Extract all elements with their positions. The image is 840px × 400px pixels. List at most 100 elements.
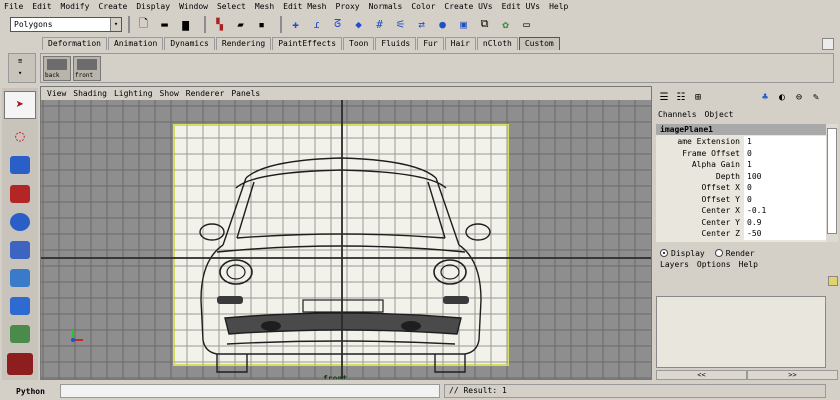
channel-value[interactable]: 1 — [744, 159, 826, 171]
panel-menu-show[interactable]: Show — [160, 89, 179, 98]
render-radio-label[interactable]: Render — [726, 249, 755, 258]
channel-box-toggle-icon[interactable]: ☰ — [657, 90, 671, 104]
menu-create-uvs[interactable]: Create UVs — [444, 2, 492, 11]
layer-list[interactable] — [656, 296, 826, 368]
channel-name[interactable]: Alpha Gain — [656, 159, 744, 171]
channel-name[interactable]: Frame Offset — [656, 148, 744, 160]
attribute-editor-toggle-icon[interactable]: ☷ — [674, 90, 688, 104]
shelf-menu[interactable]: ≡ ▾ — [8, 53, 36, 83]
channel-value[interactable]: 0 — [744, 147, 826, 159]
shelf-tab-rendering[interactable]: Rendering — [215, 37, 272, 50]
channel-name[interactable]: Center X — [656, 205, 744, 217]
shelf-editor-icon[interactable] — [822, 38, 834, 50]
shelf-tab-toon[interactable]: Toon — [343, 37, 375, 50]
channel-name[interactable]: Offset Y — [656, 194, 744, 206]
shelf-tab-ncloth[interactable]: nCloth — [476, 37, 518, 50]
scale-tool[interactable] — [4, 236, 36, 264]
menu-proxy[interactable]: Proxy — [336, 2, 360, 11]
shelf-button-back[interactable]: back — [43, 56, 71, 81]
shelf-tab-fluids[interactable]: Fluids — [375, 37, 417, 50]
panel-menu-panels[interactable]: Panels — [231, 89, 260, 98]
save-scene-icon[interactable]: ▆ — [177, 16, 194, 33]
shelf-tab-hair[interactable]: Hair — [444, 37, 476, 50]
render-radio[interactable] — [714, 249, 723, 257]
menu-set-dropdown[interactable]: Polygons ▾ — [10, 16, 122, 32]
paint-select-tool[interactable] — [4, 151, 36, 179]
channel-value[interactable]: 100 — [744, 170, 826, 182]
snap-point-icon[interactable]: ᘔ — [329, 16, 346, 33]
menu-display[interactable]: Display — [136, 2, 170, 11]
channel-name[interactable]: Depth — [656, 171, 744, 183]
new-scene-icon[interactable]: 🗋 — [135, 16, 152, 33]
last-tool[interactable] — [4, 320, 36, 348]
layer-menu-layers[interactable]: Layers — [660, 260, 689, 272]
history-icon[interactable]: ⚟ — [392, 16, 409, 33]
menu-create[interactable]: Create — [98, 2, 127, 11]
menu-select[interactable]: Select — [217, 2, 246, 11]
menu-mesh[interactable]: Mesh — [255, 2, 274, 11]
snap-plane-icon[interactable]: ◆ — [350, 16, 367, 33]
channel-value[interactable]: 1 — [744, 136, 826, 148]
select-component-icon[interactable]: ▪ — [253, 16, 270, 33]
channel-name[interactable]: Center Y — [656, 217, 744, 229]
shelf-tab-custom[interactable]: Custom — [518, 37, 560, 50]
hypershade-icon[interactable]: ✿ — [497, 16, 514, 33]
menu-edit-mesh[interactable]: Edit Mesh — [283, 2, 326, 11]
layer-menu-options[interactable]: Options — [697, 260, 731, 272]
menu-edit[interactable]: Edit — [32, 2, 51, 11]
menu-edit-uvs[interactable]: Edit UVs — [502, 2, 541, 11]
menu-object[interactable]: Object — [705, 110, 734, 122]
command-language-label[interactable]: Python — [16, 387, 60, 396]
shelf-menu-icon[interactable]: ≡ — [18, 57, 22, 65]
construction-history-icon[interactable]: ⇄ — [413, 16, 430, 33]
panel-menu-lighting[interactable]: Lighting — [114, 89, 153, 98]
paint-icon[interactable]: ✎ — [809, 90, 823, 104]
channel-value[interactable]: -50 — [744, 228, 826, 240]
menu-file[interactable]: File — [4, 2, 23, 11]
viewport-canvas[interactable] — [41, 100, 651, 379]
sphere-icon[interactable]: ◐ — [775, 90, 789, 104]
menu-window[interactable]: Window — [179, 2, 208, 11]
layout-icon[interactable]: ▭ — [518, 16, 535, 33]
select-tool[interactable]: ➤ — [4, 91, 36, 119]
menu-channels[interactable]: Channels — [658, 110, 697, 122]
rotate-tool[interactable] — [4, 208, 36, 236]
menu-color[interactable]: Color — [411, 2, 435, 11]
object-name[interactable]: imagePlane1 — [656, 124, 826, 135]
panel-menu-renderer[interactable]: Renderer — [186, 89, 225, 98]
scroll-left-button[interactable]: << — [656, 370, 747, 380]
shelf-tab-dynamics[interactable]: Dynamics — [164, 37, 215, 50]
panel-menu-view[interactable]: View — [47, 89, 66, 98]
front-viewport[interactable]: front — [41, 100, 651, 379]
channel-name[interactable]: Center Z — [656, 228, 744, 240]
ipr-render-icon[interactable]: ▣ — [455, 16, 472, 33]
shelf-button-front[interactable]: front — [73, 56, 101, 81]
shelf-tab-painteffects[interactable]: PaintEffects — [272, 37, 343, 50]
channel-name[interactable]: Offset X — [656, 182, 744, 194]
layer-menu-help[interactable]: Help — [739, 260, 758, 272]
shelf-options-icon[interactable]: ▾ — [18, 69, 22, 77]
channel-tools-icon[interactable]: ♣ — [758, 90, 772, 104]
shelf-tab-fur[interactable]: Fur — [417, 37, 444, 50]
channel-name[interactable]: ame Extension — [656, 136, 744, 148]
menu-normals[interactable]: Normals — [369, 2, 403, 11]
channel-value[interactable]: 0 — [744, 193, 826, 205]
manipulator-tool[interactable] — [4, 264, 36, 292]
new-layer-icon[interactable] — [828, 276, 838, 286]
channel-value[interactable]: -0.1 — [744, 205, 826, 217]
menu-help[interactable]: Help — [549, 2, 568, 11]
channel-value[interactable]: 0.9 — [744, 216, 826, 228]
display-radio-label[interactable]: Display — [671, 249, 705, 258]
scroll-right-button[interactable]: >> — [747, 370, 838, 380]
open-scene-icon[interactable]: ▬ — [156, 16, 173, 33]
move-tool[interactable] — [4, 180, 36, 208]
scroll-thumb[interactable] — [827, 128, 837, 234]
render-icon[interactable]: ● — [434, 16, 451, 33]
lasso-tool[interactable]: ◌ — [4, 121, 36, 149]
channel-value[interactable]: 0 — [744, 182, 826, 194]
select-object-icon[interactable]: ▰ — [232, 16, 249, 33]
quick-layout[interactable] — [4, 350, 36, 378]
render-settings-icon[interactable]: ⧉ — [476, 16, 493, 33]
snap-curve-icon[interactable]: ɾ — [308, 16, 325, 33]
snap-surface-icon[interactable]: # — [371, 16, 388, 33]
